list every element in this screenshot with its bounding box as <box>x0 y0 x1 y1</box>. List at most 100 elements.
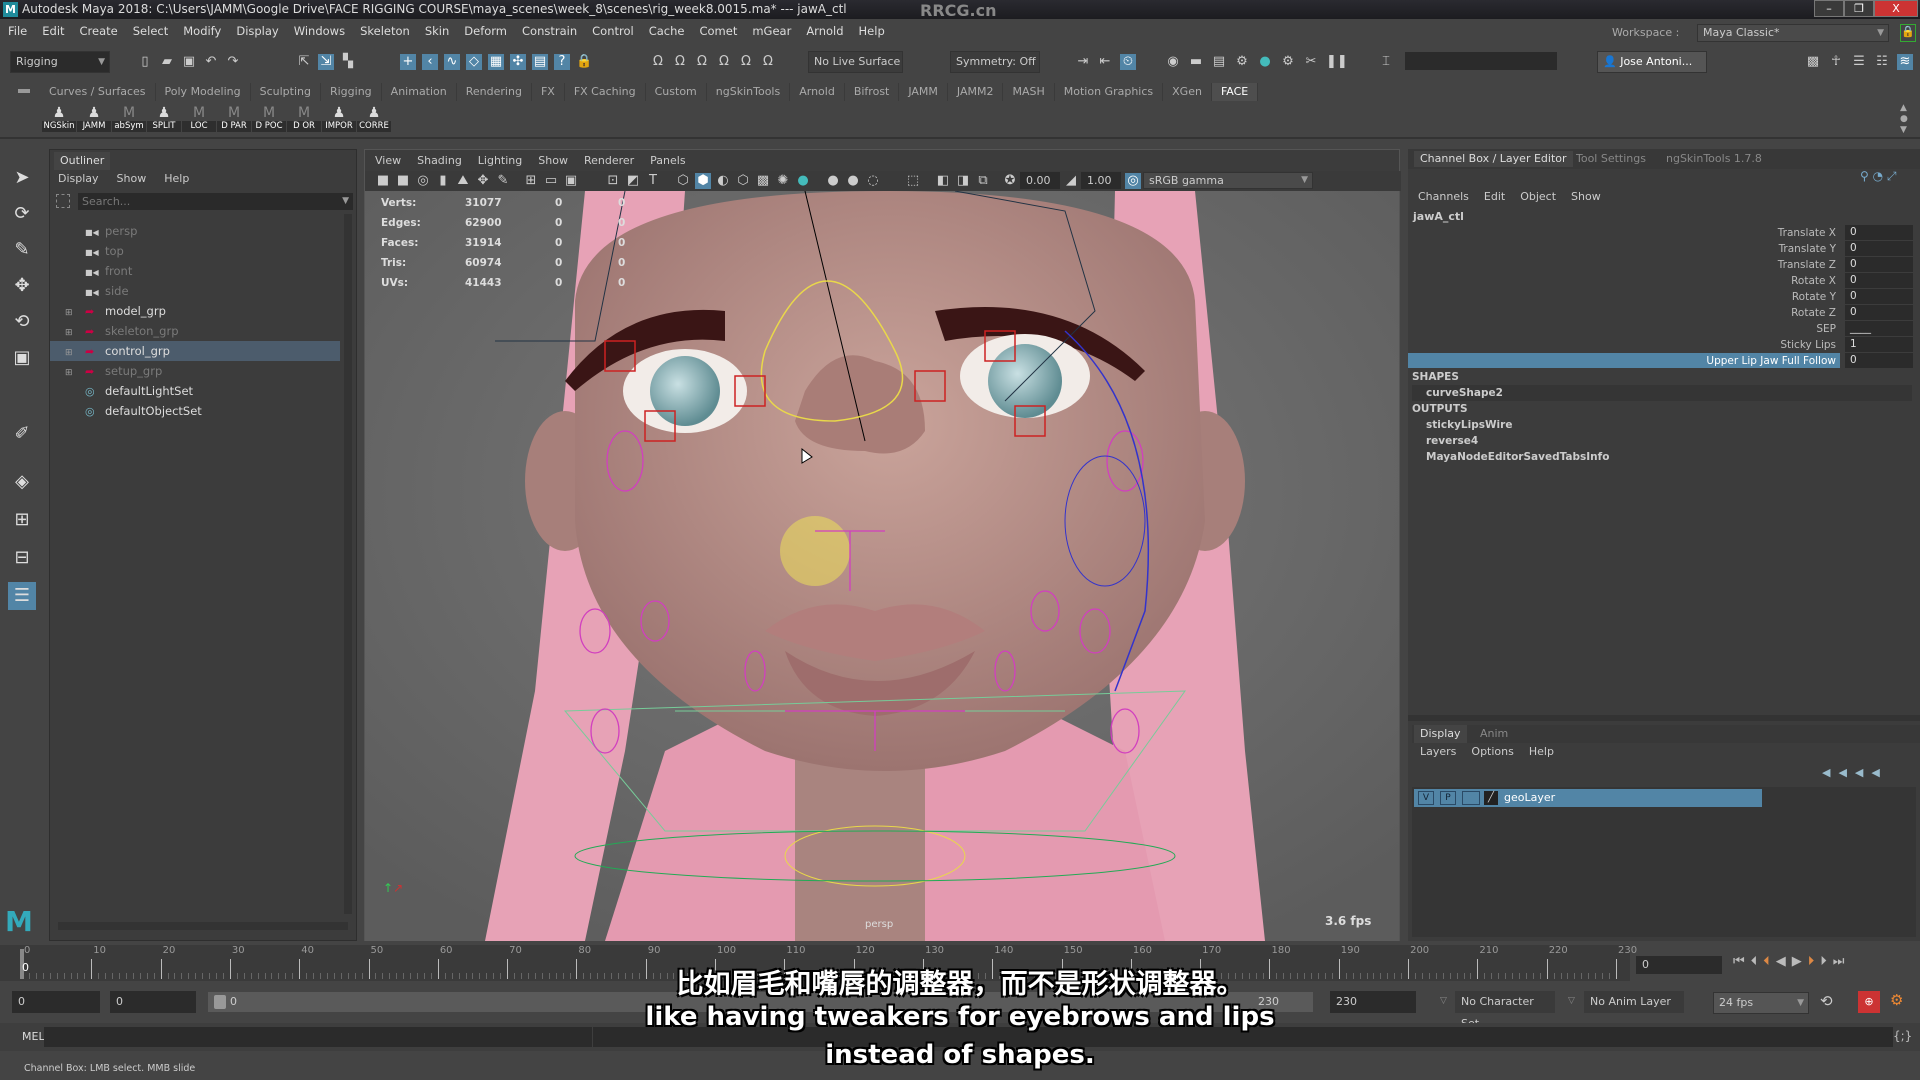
select-tool-icon[interactable]: ⌶ <box>1378 54 1394 70</box>
user-account-dropdown[interactable]: 👤 Jose Antoni... <box>1597 51 1707 73</box>
exposure-icon[interactable]: ✪ <box>1002 173 1018 189</box>
tool-settings-icon[interactable]: ☷ <box>1874 54 1890 70</box>
select-hierarchy-icon[interactable]: ⇱ <box>296 54 312 70</box>
expand-icon[interactable]: ⊞ <box>65 343 77 363</box>
viewport-menu-view[interactable]: View <box>375 154 401 167</box>
hypershade-icon[interactable]: ● <box>1257 54 1273 70</box>
minimize-button[interactable]: – <box>1814 0 1844 17</box>
menu-create[interactable]: Create <box>80 24 118 38</box>
attr-name-rotate-z[interactable]: Rotate Z <box>1636 305 1836 321</box>
layer-color-icon[interactable]: ╱ <box>1484 791 1498 805</box>
shelf-tab-motion-graphics[interactable]: Motion Graphics <box>1055 83 1164 101</box>
isolate-select-icon[interactable]: ⬚ <box>905 173 921 189</box>
attr-name-rotate-y[interactable]: Rotate Y <box>1636 289 1836 305</box>
color-management-icon[interactable]: ◎ <box>1125 173 1141 189</box>
anti-aliasing-icon[interactable]: ◌ <box>865 173 881 189</box>
outliner-item-side[interactable]: ■◀ side <box>50 281 340 301</box>
attr-value-field[interactable]: 0 <box>1845 241 1913 256</box>
outliner-item-persp[interactable]: ■◀ persp <box>50 221 340 241</box>
layer-row-geolayer[interactable]: V P ╱ geoLayer <box>1414 789 1762 807</box>
shelf-tab-custom[interactable]: Custom <box>646 83 707 101</box>
menu-layers[interactable]: Layers <box>1420 745 1456 758</box>
menu-skeleton[interactable]: Skeleton <box>360 24 410 38</box>
menu-constrain[interactable]: Constrain <box>522 24 577 38</box>
tab-ngskintools[interactable]: ngSkinTools 1.7.8 <box>1666 151 1762 167</box>
channel-box-options-icons[interactable]: ⚲ ◔ ⤢ <box>1860 169 1897 184</box>
xray-components-icon[interactable]: ⧉ <box>975 173 991 189</box>
attr-name-sticky-lips[interactable]: Sticky Lips <box>1636 337 1836 353</box>
render-view-icon[interactable]: ◉ <box>1165 54 1181 70</box>
attr-value-field[interactable]: 0 <box>1845 257 1913 272</box>
outliner-item-front[interactable]: ■◀ front <box>50 261 340 281</box>
outliner-item-defaultObjectSet[interactable]: ◎ defaultObjectSet <box>50 401 340 421</box>
render-history-icon[interactable]: ⏲ <box>1120 54 1136 70</box>
textured-icon[interactable]: ▩ <box>755 173 771 189</box>
outliner-tab[interactable]: Outliner <box>54 152 111 170</box>
xray-icon[interactable]: ◧ <box>935 173 951 189</box>
menu-arnold[interactable]: Arnold <box>806 24 843 38</box>
menu-comet[interactable]: Comet <box>699 24 737 38</box>
shelf-tab-xgen[interactable]: XGen <box>1163 83 1212 101</box>
shelf-tab-curves-surfaces[interactable]: Curves / Surfaces <box>40 83 156 101</box>
shape-item[interactable]: curveShape2 <box>1412 385 1912 401</box>
shelf-button-impor[interactable]: ♟ IMPOR <box>322 105 356 135</box>
menu-modify[interactable]: Modify <box>183 24 221 38</box>
select-tool-icon[interactable]: ➤ <box>8 164 36 192</box>
shelf-tab-ngskintools[interactable]: ngSkinTools <box>707 83 791 101</box>
film-gate-icon[interactable]: ▭ <box>543 173 559 189</box>
menu-object[interactable]: Object <box>1520 190 1556 203</box>
color-space-dropdown[interactable]: sRGB gamma ▼ <box>1143 172 1313 189</box>
menu-cache[interactable]: Cache <box>649 24 685 38</box>
menu-select[interactable]: Select <box>133 24 168 38</box>
outliner-scrollbar[interactable] <box>344 214 352 914</box>
menu-skin[interactable]: Skin <box>425 24 449 38</box>
shelf-button-absym[interactable]: MabSym <box>112 105 146 135</box>
attr-name-translate-z[interactable]: Translate Z <box>1636 257 1836 273</box>
smooth-shade-icon[interactable]: ⬢ <box>695 173 711 189</box>
shelf-tab-rendering[interactable]: Rendering <box>457 83 532 101</box>
live-surface-field[interactable]: No Live Surface <box>808 51 903 73</box>
two-view-icon[interactable]: ⊟ <box>8 544 36 572</box>
magnet-surface-icon[interactable]: Ω <box>760 54 776 70</box>
tab-tool-settings[interactable]: Tool Settings <box>1576 151 1646 167</box>
display-type-toggle[interactable] <box>1462 791 1480 805</box>
expand-icon[interactable]: ⊞ <box>65 303 77 323</box>
outliner-item-model-grp[interactable]: ⊞ ➦ model_grp <box>50 301 340 321</box>
magnet-curve-icon[interactable]: Ω <box>738 54 754 70</box>
output-item[interactable]: MayaNodeEditorSavedTabsInfo <box>1412 449 1912 465</box>
safe-action-icon[interactable]: ◩ <box>625 173 641 189</box>
image-plane-icon[interactable]: ⛰ <box>455 173 471 189</box>
attr-value-field[interactable]: 0 <box>1845 305 1913 320</box>
panel-splitter[interactable] <box>1408 715 1920 721</box>
shelf-tab-animation[interactable]: Animation <box>382 83 457 101</box>
input-ops-icon[interactable]: Ω <box>672 54 688 70</box>
shadows-icon[interactable]: ● <box>795 173 811 189</box>
shelf-tab-poly-modeling[interactable]: Poly Modeling <box>156 83 251 101</box>
menu-control[interactable]: Control <box>592 24 634 38</box>
motion-blur-icon[interactable]: ● <box>845 173 861 189</box>
shelf-button-d-poc[interactable]: MD POC <box>252 105 286 135</box>
snap-curve-icon[interactable]: ‹ <box>422 54 438 70</box>
attr-name-sep[interactable]: SEP <box>1636 321 1836 337</box>
attr-value-field[interactable]: ____ <box>1845 321 1913 336</box>
attr-value-field[interactable]: 0 <box>1845 353 1913 368</box>
shelf-button-loc[interactable]: M LOC <box>182 105 216 135</box>
lock-selection-icon[interactable]: 🔒 <box>576 54 592 70</box>
resolution-gate-icon[interactable]: ▣ <box>563 173 579 189</box>
wireframe-icon[interactable]: ⬡ <box>675 173 691 189</box>
expand-icon[interactable]: ⊞ <box>65 323 77 343</box>
menu-windows[interactable]: Windows <box>294 24 345 38</box>
snap-surface-icon[interactable]: ▦ <box>488 54 504 70</box>
camera-attributes-icon[interactable]: ◎ <box>415 173 431 189</box>
shelf-button-d-or[interactable]: MD OR <box>287 105 321 135</box>
3d-viewport[interactable]: Verts: 31077 0 0 Edges: 62900 0 0 Faces: 31914 0 0 T… <box>365 191 1399 941</box>
shelf-tab-jamm[interactable]: JAMM <box>899 83 948 101</box>
output-ops-icon[interactable]: Ω <box>694 54 710 70</box>
viewport-menu-renderer[interactable]: Renderer <box>584 154 634 167</box>
exposure-field[interactable]: 0.00 <box>1020 172 1060 189</box>
playback-toggle[interactable]: P <box>1440 791 1456 805</box>
snap-bbox-icon[interactable]: ▤ <box>532 54 548 70</box>
layer-actions-icons[interactable]: ◀◀◀◀ <box>1822 766 1888 779</box>
input-line-icon[interactable]: ⇥ <box>1075 54 1091 70</box>
outliner-menu-show[interactable]: Show <box>117 172 147 185</box>
